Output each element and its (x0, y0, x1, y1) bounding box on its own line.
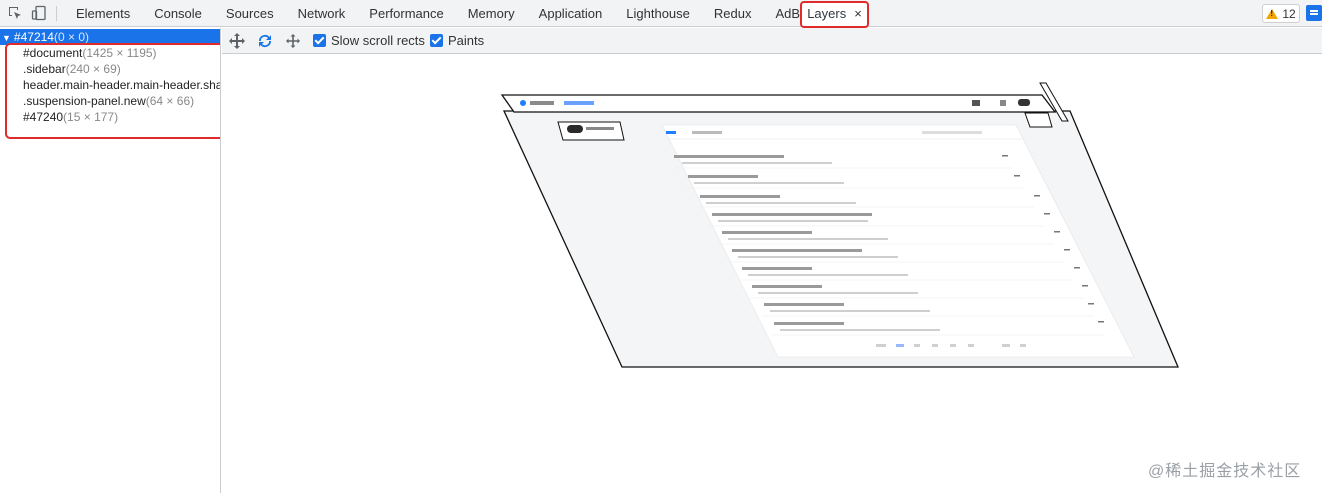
watermark-text: @稀土掘金技术社区 (1148, 463, 1302, 480)
tab-lighthouse[interactable]: Lighthouse (614, 0, 702, 27)
paints-checkbox[interactable]: Paints (430, 33, 484, 48)
tab-elements[interactable]: Elements (64, 0, 142, 27)
suspension-panel-layer (1024, 112, 1053, 128)
sidebar-text-mark (586, 127, 614, 130)
header-avatar-mark (1018, 99, 1030, 106)
tab-console[interactable]: Console (142, 0, 214, 27)
layer-root-size: (0 × 0) (53, 30, 89, 44)
header-icon-mark (1000, 100, 1006, 106)
device-toolbar-icon[interactable] (31, 5, 47, 21)
expand-arrow-icon[interactable]: ▼ (2, 33, 11, 43)
header-text-mark (530, 101, 554, 105)
pan-mode-icon[interactable] (228, 32, 246, 50)
slow-scroll-rects-checkbox[interactable]: Slow scroll rects (313, 33, 425, 48)
tab-layers-label: Layers (807, 6, 847, 21)
chat-icon[interactable] (1306, 5, 1322, 21)
layers-3d-view[interactable] (222, 55, 1322, 493)
layer-root-name: #47214 (13, 30, 54, 44)
checkbox-checked-icon (313, 34, 326, 47)
tab-application[interactable]: Application (527, 0, 615, 27)
warning-icon (1266, 8, 1279, 19)
panel-tabs: Elements Console Sources Network Perform… (64, 0, 835, 27)
layers-3d-canvas[interactable]: @稀土掘金技术社区 (222, 55, 1322, 493)
warnings-count: 12 (1282, 6, 1296, 21)
reset-transform-icon[interactable] (284, 32, 302, 50)
tab-layers[interactable]: Layers × (800, 0, 869, 27)
layers-toolbar: Slow scroll rects Paints (222, 28, 1322, 54)
checkbox-checked-icon (430, 34, 443, 47)
tab-redux[interactable]: Redux (702, 0, 764, 27)
warnings-badge[interactable]: 12 (1262, 4, 1300, 23)
devtools-tab-bar: Elements Console Sources Network Perform… (0, 0, 1322, 28)
tab-network[interactable]: Network (286, 0, 358, 27)
content-tab-mark (666, 131, 676, 134)
close-tab-icon[interactable]: × (854, 0, 862, 27)
rotate-mode-icon[interactable] (256, 32, 274, 50)
header-icon-mark (972, 100, 980, 106)
layer-list-highlight-box (5, 43, 220, 139)
sidebar-avatar-mark (567, 125, 583, 133)
layer-tree-panel: ▼ #47214(0 × 0) #document(1425 × 1195) .s… (0, 28, 221, 493)
tab-performance[interactable]: Performance (357, 0, 455, 27)
slow-scroll-rects-label: Slow scroll rects (331, 33, 425, 48)
pagination-marks (876, 344, 1026, 347)
inspect-element-icon[interactable] (7, 5, 23, 21)
toolbar-divider (56, 6, 57, 21)
tab-memory[interactable]: Memory (456, 0, 527, 27)
header-logo-mark (520, 100, 526, 106)
tab-sources[interactable]: Sources (214, 0, 286, 27)
paints-label: Paints (448, 33, 485, 48)
header-text-mark (564, 101, 594, 105)
